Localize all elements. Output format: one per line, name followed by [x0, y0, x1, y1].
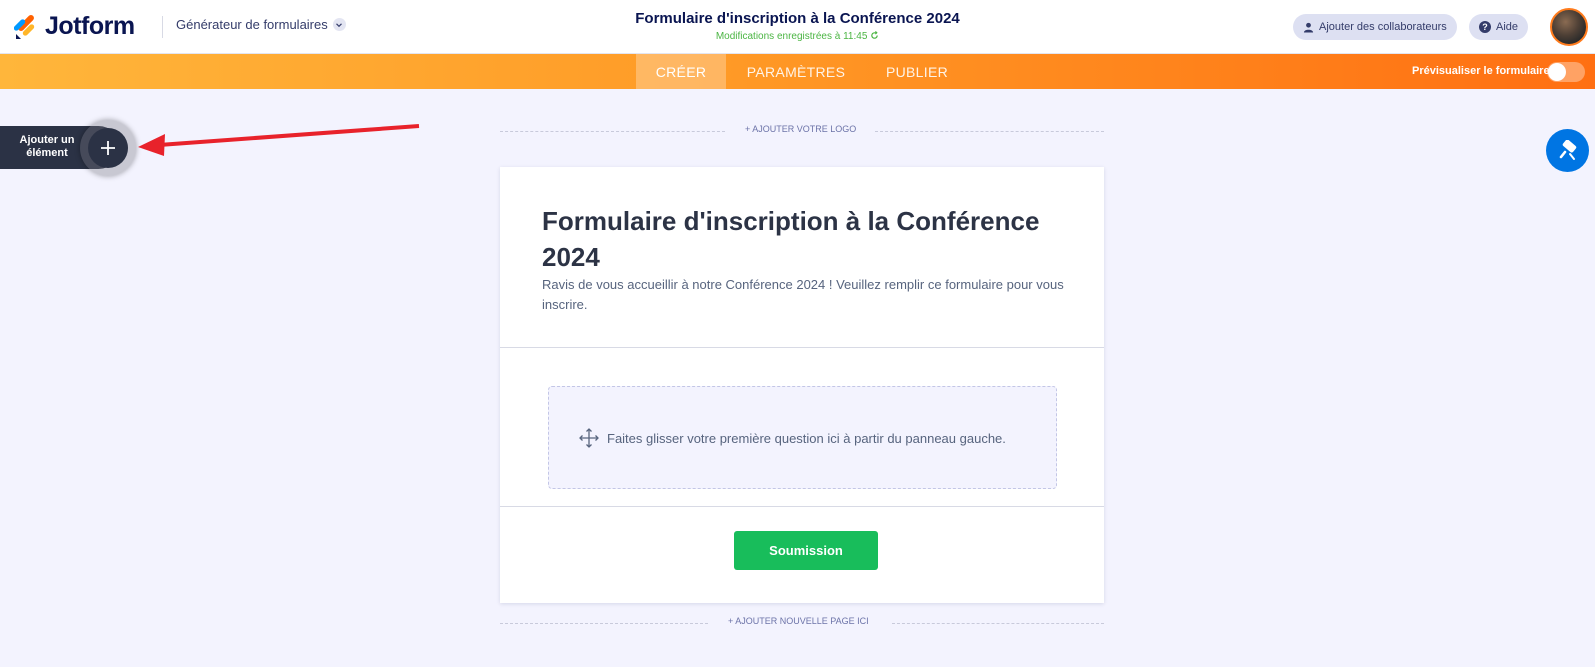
avatar[interactable]	[1550, 8, 1588, 46]
form-description[interactable]: Ravis de vous accueillir à notre Confére…	[542, 275, 1072, 315]
builder-menu[interactable]: Générateur de formulaires	[176, 17, 346, 32]
add-logo-link[interactable]: + AJOUTER VOTRE LOGO	[745, 124, 856, 134]
preview-form-toggle[interactable]	[1547, 62, 1585, 82]
help-icon: ?	[1479, 21, 1491, 33]
jotform-logo-icon	[14, 14, 35, 39]
add-element-label: Ajouter un élément	[19, 134, 75, 159]
dropzone-content: Faites glisser votre première question i…	[579, 428, 1006, 448]
paint-roller-icon	[1559, 139, 1576, 160]
builder-navbar: CRÉER PARAMÈTRES PUBLIER Prévisualiser l…	[0, 54, 1595, 89]
form-title[interactable]: Formulaire d'inscription à la Conférence…	[542, 203, 1062, 275]
card-divider	[500, 347, 1104, 348]
jotform-logo[interactable]: Jotform	[14, 12, 135, 41]
header-divider	[162, 16, 163, 38]
card-divider	[500, 506, 1104, 507]
add-logo-row: + AJOUTER VOTRE LOGO	[500, 124, 1104, 138]
toggle-knob	[1548, 63, 1566, 81]
tab-create[interactable]: CRÉER	[636, 54, 726, 89]
submit-button[interactable]: Soumission	[734, 531, 878, 570]
dashed-divider	[500, 131, 725, 132]
plus-icon	[101, 141, 115, 155]
dashed-divider	[500, 623, 708, 624]
save-status-text: Modifications enregistrées à 11:45	[715, 31, 868, 42]
tab-publish[interactable]: PUBLIER	[874, 54, 960, 89]
help-button[interactable]: ? Aide	[1469, 14, 1529, 40]
dashed-divider	[892, 623, 1104, 624]
help-label: Aide	[1496, 21, 1519, 33]
add-collaborators-label: Ajouter des collaborateurs	[1319, 21, 1447, 33]
add-page-row: + AJOUTER NOUVELLE PAGE ICI	[500, 616, 1104, 630]
form-designer-button[interactable]	[1546, 129, 1589, 172]
move-icon	[579, 428, 599, 448]
dropzone-text: Faites glisser votre première question i…	[607, 430, 1006, 446]
tab-settings[interactable]: PARAMÈTRES	[732, 54, 860, 89]
user-icon	[1303, 22, 1314, 33]
top-header: Jotform Générateur de formulaires Formul…	[0, 0, 1595, 54]
annotation-arrow	[138, 124, 420, 156]
chevron-down-icon	[332, 18, 346, 31]
form-card: Formulaire d'inscription à la Conférence…	[500, 167, 1104, 603]
add-page-link[interactable]: + AJOUTER NOUVELLE PAGE ICI	[728, 616, 869, 626]
preview-form-label: Prévisualiser le formulaire	[1412, 65, 1550, 77]
refresh-icon[interactable]	[870, 31, 879, 42]
builder-menu-label: Générateur de formulaires	[176, 17, 328, 32]
logo-text: Jotform	[45, 12, 135, 40]
add-element-button[interactable]	[88, 128, 128, 168]
question-dropzone[interactable]: Faites glisser votre première question i…	[548, 386, 1057, 489]
dashed-divider	[875, 131, 1104, 132]
add-collaborators-button[interactable]: Ajouter des collaborateurs	[1293, 14, 1457, 40]
